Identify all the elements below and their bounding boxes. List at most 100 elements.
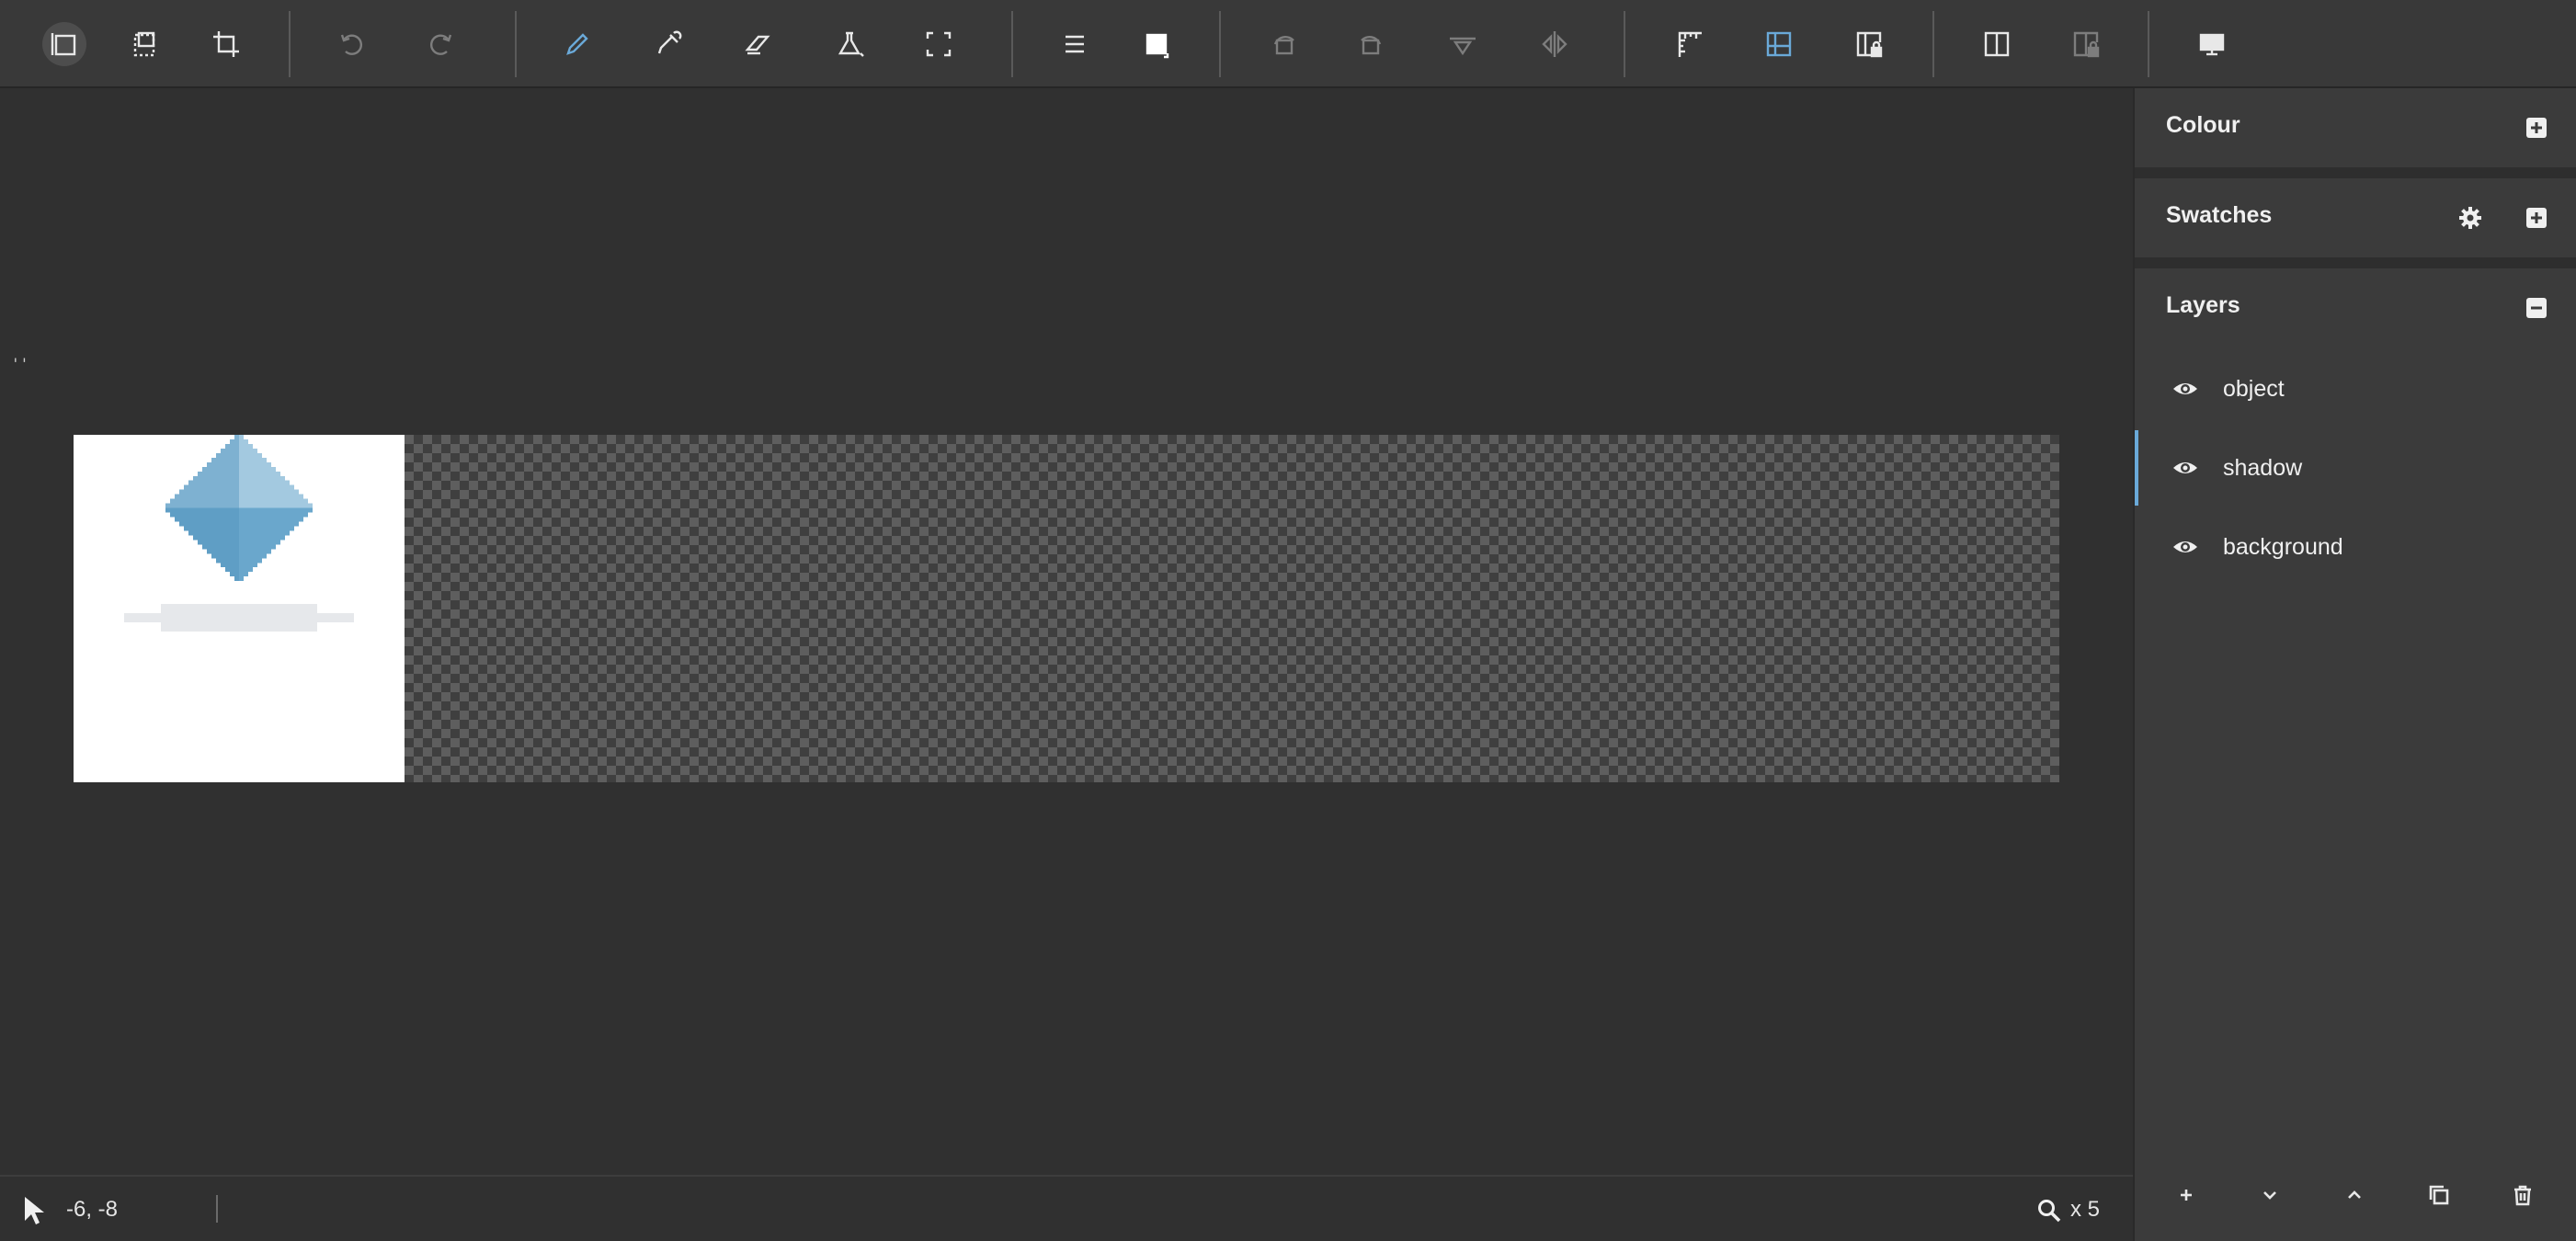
sprite-pixel-row xyxy=(211,457,239,462)
delete-layer-button[interactable] xyxy=(2501,1173,2545,1217)
swatches-title: Swatches xyxy=(2166,202,2273,228)
sprite-pixel-row xyxy=(239,435,244,439)
sprite-pixel-row xyxy=(239,475,285,481)
sprite-frame[interactable] xyxy=(74,435,405,782)
sprite-pixel-row xyxy=(207,461,239,467)
toolbar-separator xyxy=(1219,11,1221,77)
ruler-icon xyxy=(1678,31,1702,57)
toolbar-separator xyxy=(289,11,291,77)
eye-icon[interactable] xyxy=(2171,376,2199,402)
flip-vertical-button[interactable] xyxy=(1533,22,1577,66)
eye-icon[interactable] xyxy=(2171,534,2199,560)
canvas-workspace[interactable]: '' xyxy=(0,88,2133,1175)
plus-box-icon xyxy=(2526,118,2547,138)
crop-icon xyxy=(213,31,239,57)
eyedropper-icon xyxy=(657,30,682,54)
gear-icon xyxy=(2459,207,2481,229)
redo-button[interactable] xyxy=(419,22,463,66)
fullscreen-button[interactable] xyxy=(917,22,961,66)
move-layer-up-button[interactable] xyxy=(2332,1173,2377,1217)
side-panel: Colour Swatches Layers object shadow bac… xyxy=(2133,88,2576,1241)
sprite-pixel-row xyxy=(239,517,303,522)
rotate-left-button[interactable] xyxy=(1262,22,1306,66)
flip-horizontal-button[interactable] xyxy=(1441,22,1485,66)
eraser-tool-button[interactable] xyxy=(736,22,781,66)
undo-button[interactable] xyxy=(329,22,373,66)
sprite-pixel-row xyxy=(188,530,239,536)
sprite-pixel-row xyxy=(239,576,244,582)
sprite-pixel-row xyxy=(193,535,239,541)
grid-lock-button[interactable] xyxy=(1847,22,1891,66)
sprite-pixel-row xyxy=(239,438,248,444)
duplicate-icon xyxy=(2429,1185,2449,1205)
sprite-pixel-row xyxy=(198,471,239,476)
expand-swatches-button[interactable] xyxy=(2523,204,2550,232)
colour-section-header[interactable]: Colour xyxy=(2135,88,2576,167)
expand-colour-button[interactable] xyxy=(2523,114,2550,142)
sprite-pixel-row xyxy=(239,498,308,504)
toolbar xyxy=(0,0,2576,88)
sprite-canvas[interactable] xyxy=(74,435,2059,782)
sprite-pixel-row xyxy=(202,544,239,550)
split-view-icon xyxy=(1984,31,2010,57)
select-tool-button[interactable] xyxy=(42,22,86,66)
sprite-pixel-row xyxy=(239,567,253,573)
split-view-button[interactable] xyxy=(1975,22,2019,66)
layer-row-object[interactable]: object xyxy=(2135,351,2576,427)
sprite-pixel-row xyxy=(239,466,276,472)
menu-button[interactable] xyxy=(1053,22,1097,66)
move-layer-down-button[interactable] xyxy=(2248,1173,2292,1217)
layer-name: object xyxy=(2223,376,2285,402)
sprite-pixel-row xyxy=(239,512,308,518)
add-layer-button[interactable] xyxy=(2164,1173,2208,1217)
sprite-pixel-row xyxy=(225,443,239,449)
marquee-icon xyxy=(133,31,155,57)
swatches-settings-button[interactable] xyxy=(2456,204,2484,232)
duplicate-layer-button[interactable] xyxy=(2417,1173,2461,1217)
pencil-tool-button[interactable] xyxy=(555,22,599,66)
chevron-down-icon xyxy=(2263,1191,2276,1200)
swatches-section-header[interactable]: Swatches xyxy=(2135,178,2576,257)
chevron-up-icon xyxy=(2348,1190,2361,1199)
layers-section-header[interactable]: Layers xyxy=(2135,268,2576,347)
zoom-level[interactable]: x 5 xyxy=(2070,1197,2100,1223)
sprite-pixel-row xyxy=(230,438,239,444)
toolbar-separator xyxy=(2148,11,2149,77)
layer-name: shadow xyxy=(2223,455,2303,481)
toolbar-separator xyxy=(515,11,517,77)
zoom-icon xyxy=(2038,1200,2061,1223)
rotate-right-button[interactable] xyxy=(1349,22,1393,66)
display-button[interactable] xyxy=(2190,22,2234,66)
layer-row-shadow[interactable]: shadow xyxy=(2135,430,2576,506)
marquee-tool-button[interactable] xyxy=(122,22,166,66)
sprite-pixel-row xyxy=(216,452,239,458)
section-divider xyxy=(2135,257,2576,268)
hamburger-icon xyxy=(1066,35,1084,53)
canvas-marker: '' xyxy=(11,355,29,372)
layer-name: background xyxy=(2223,534,2343,560)
sprite-pixel-row xyxy=(239,526,294,531)
sprite-pixel-row xyxy=(234,435,239,439)
grid-toggle-button[interactable] xyxy=(1757,22,1801,66)
collapse-layers-button[interactable] xyxy=(2523,294,2550,322)
trash-icon xyxy=(2514,1185,2531,1206)
crop-tool-button[interactable] xyxy=(204,22,248,66)
sprite-pixel-row xyxy=(239,457,267,462)
status-separator xyxy=(216,1195,218,1223)
toolbar-separator xyxy=(1011,11,1013,77)
fill-tool-button[interactable] xyxy=(827,22,872,66)
sprite-pixel-row xyxy=(225,567,239,573)
eye-icon[interactable] xyxy=(2171,455,2199,481)
layer-row-background[interactable]: background xyxy=(2135,509,2576,585)
sprite-pixel-row xyxy=(234,576,239,582)
sprite-pixel-row xyxy=(239,553,267,559)
sprite-pixel-row xyxy=(221,563,239,568)
color-swatch-button[interactable] xyxy=(1134,22,1179,66)
flip-vertical-icon xyxy=(1542,31,1567,57)
sprite-pixel-row xyxy=(239,544,276,550)
sprite-pixel-row xyxy=(175,494,239,499)
ruler-button[interactable] xyxy=(1667,22,1711,66)
eyedropper-tool-button[interactable] xyxy=(646,22,690,66)
color-square-icon xyxy=(1146,33,1169,59)
split-lock-button[interactable] xyxy=(2064,22,2108,66)
